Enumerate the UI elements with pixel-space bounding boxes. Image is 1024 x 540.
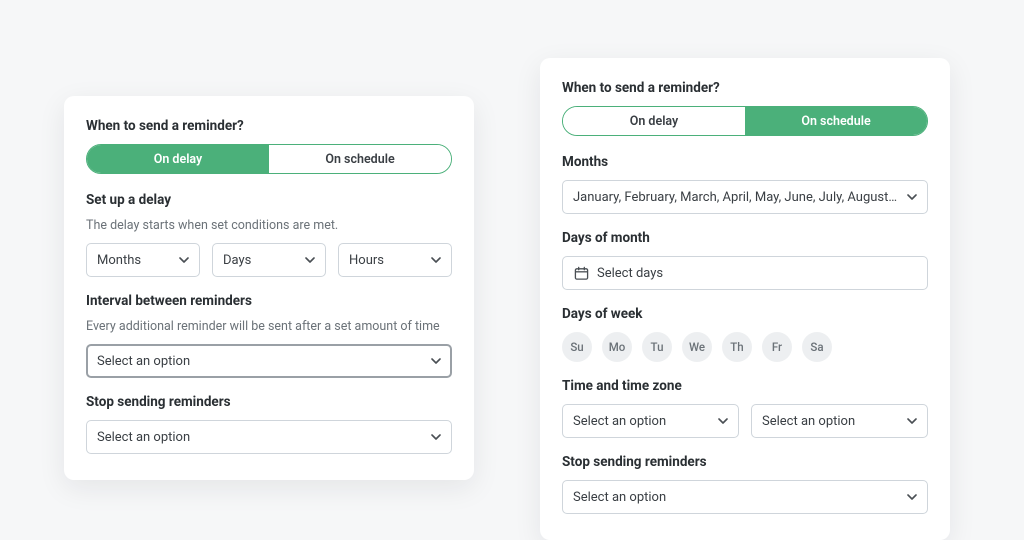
stop-title: Stop sending reminders — [86, 394, 452, 410]
months-value: January, February, March, April, May, Ju… — [573, 190, 899, 205]
stop-select[interactable]: Select an option — [562, 480, 928, 514]
interval-select[interactable]: Select an option — [86, 344, 452, 378]
chevron-down-icon — [431, 432, 441, 442]
interval-description: Every additional reminder will be sent a… — [86, 319, 452, 334]
mode-segmented-control: On delay On schedule — [562, 106, 928, 136]
stop-title: Stop sending reminders — [562, 454, 928, 470]
chevron-down-icon — [907, 192, 917, 202]
question-label: When to send a reminder? — [86, 118, 452, 134]
stop-select[interactable]: Select an option — [86, 420, 452, 454]
months-title: Months — [562, 154, 928, 170]
time-zone-title: Time and time zone — [562, 378, 928, 394]
delay-title: Set up a delay — [86, 192, 452, 208]
time-select[interactable]: Select an option — [562, 404, 739, 438]
day-pill-th[interactable]: Th — [722, 332, 752, 362]
days-of-month-placeholder: Select days — [597, 266, 663, 281]
days-of-week-row: Su Mo Tu We Th Fr Sa — [562, 332, 928, 362]
reminder-card-schedule: When to send a reminder? On delay On sch… — [540, 58, 950, 540]
day-pill-sa[interactable]: Sa — [802, 332, 832, 362]
day-pill-fr[interactable]: Fr — [762, 332, 792, 362]
tab-on-schedule[interactable]: On schedule — [269, 145, 451, 173]
reminder-card-delay: When to send a reminder? On delay On sch… — [64, 96, 474, 480]
delay-hours-select[interactable]: Hours — [338, 243, 452, 277]
tab-on-delay[interactable]: On delay — [87, 145, 269, 173]
mode-segmented-control: On delay On schedule — [86, 144, 452, 174]
stop-placeholder: Select an option — [573, 490, 899, 505]
interval-title: Interval between reminders — [86, 293, 452, 309]
chevron-down-icon — [431, 255, 441, 265]
days-of-month-picker[interactable]: Select days — [562, 256, 928, 290]
chevron-down-icon — [431, 356, 441, 366]
chevron-down-icon — [907, 416, 917, 426]
chevron-down-icon — [907, 492, 917, 502]
months-select[interactable]: January, February, March, April, May, Ju… — [562, 180, 928, 214]
delay-days-select[interactable]: Days — [212, 243, 326, 277]
day-pill-mo[interactable]: Mo — [602, 332, 632, 362]
delay-description: The delay starts when set conditions are… — [86, 218, 452, 233]
tab-on-delay[interactable]: On delay — [563, 107, 745, 135]
stop-placeholder: Select an option — [97, 430, 423, 445]
chevron-down-icon — [718, 416, 728, 426]
calendar-icon — [573, 265, 589, 281]
days-of-week-title: Days of week — [562, 306, 928, 322]
delay-months-select[interactable]: Months — [86, 243, 200, 277]
day-pill-we[interactable]: We — [682, 332, 712, 362]
time-placeholder: Select an option — [573, 414, 710, 429]
chevron-down-icon — [305, 255, 315, 265]
days-of-month-title: Days of month — [562, 230, 928, 246]
tab-on-schedule[interactable]: On schedule — [745, 107, 927, 135]
timezone-select[interactable]: Select an option — [751, 404, 928, 438]
day-pill-su[interactable]: Su — [562, 332, 592, 362]
question-label: When to send a reminder? — [562, 80, 928, 96]
day-pill-tu[interactable]: Tu — [642, 332, 672, 362]
delay-months-label: Months — [97, 253, 171, 268]
delay-hours-label: Hours — [349, 253, 423, 268]
delay-days-label: Days — [223, 253, 297, 268]
timezone-placeholder: Select an option — [762, 414, 899, 429]
interval-placeholder: Select an option — [97, 354, 423, 369]
chevron-down-icon — [179, 255, 189, 265]
